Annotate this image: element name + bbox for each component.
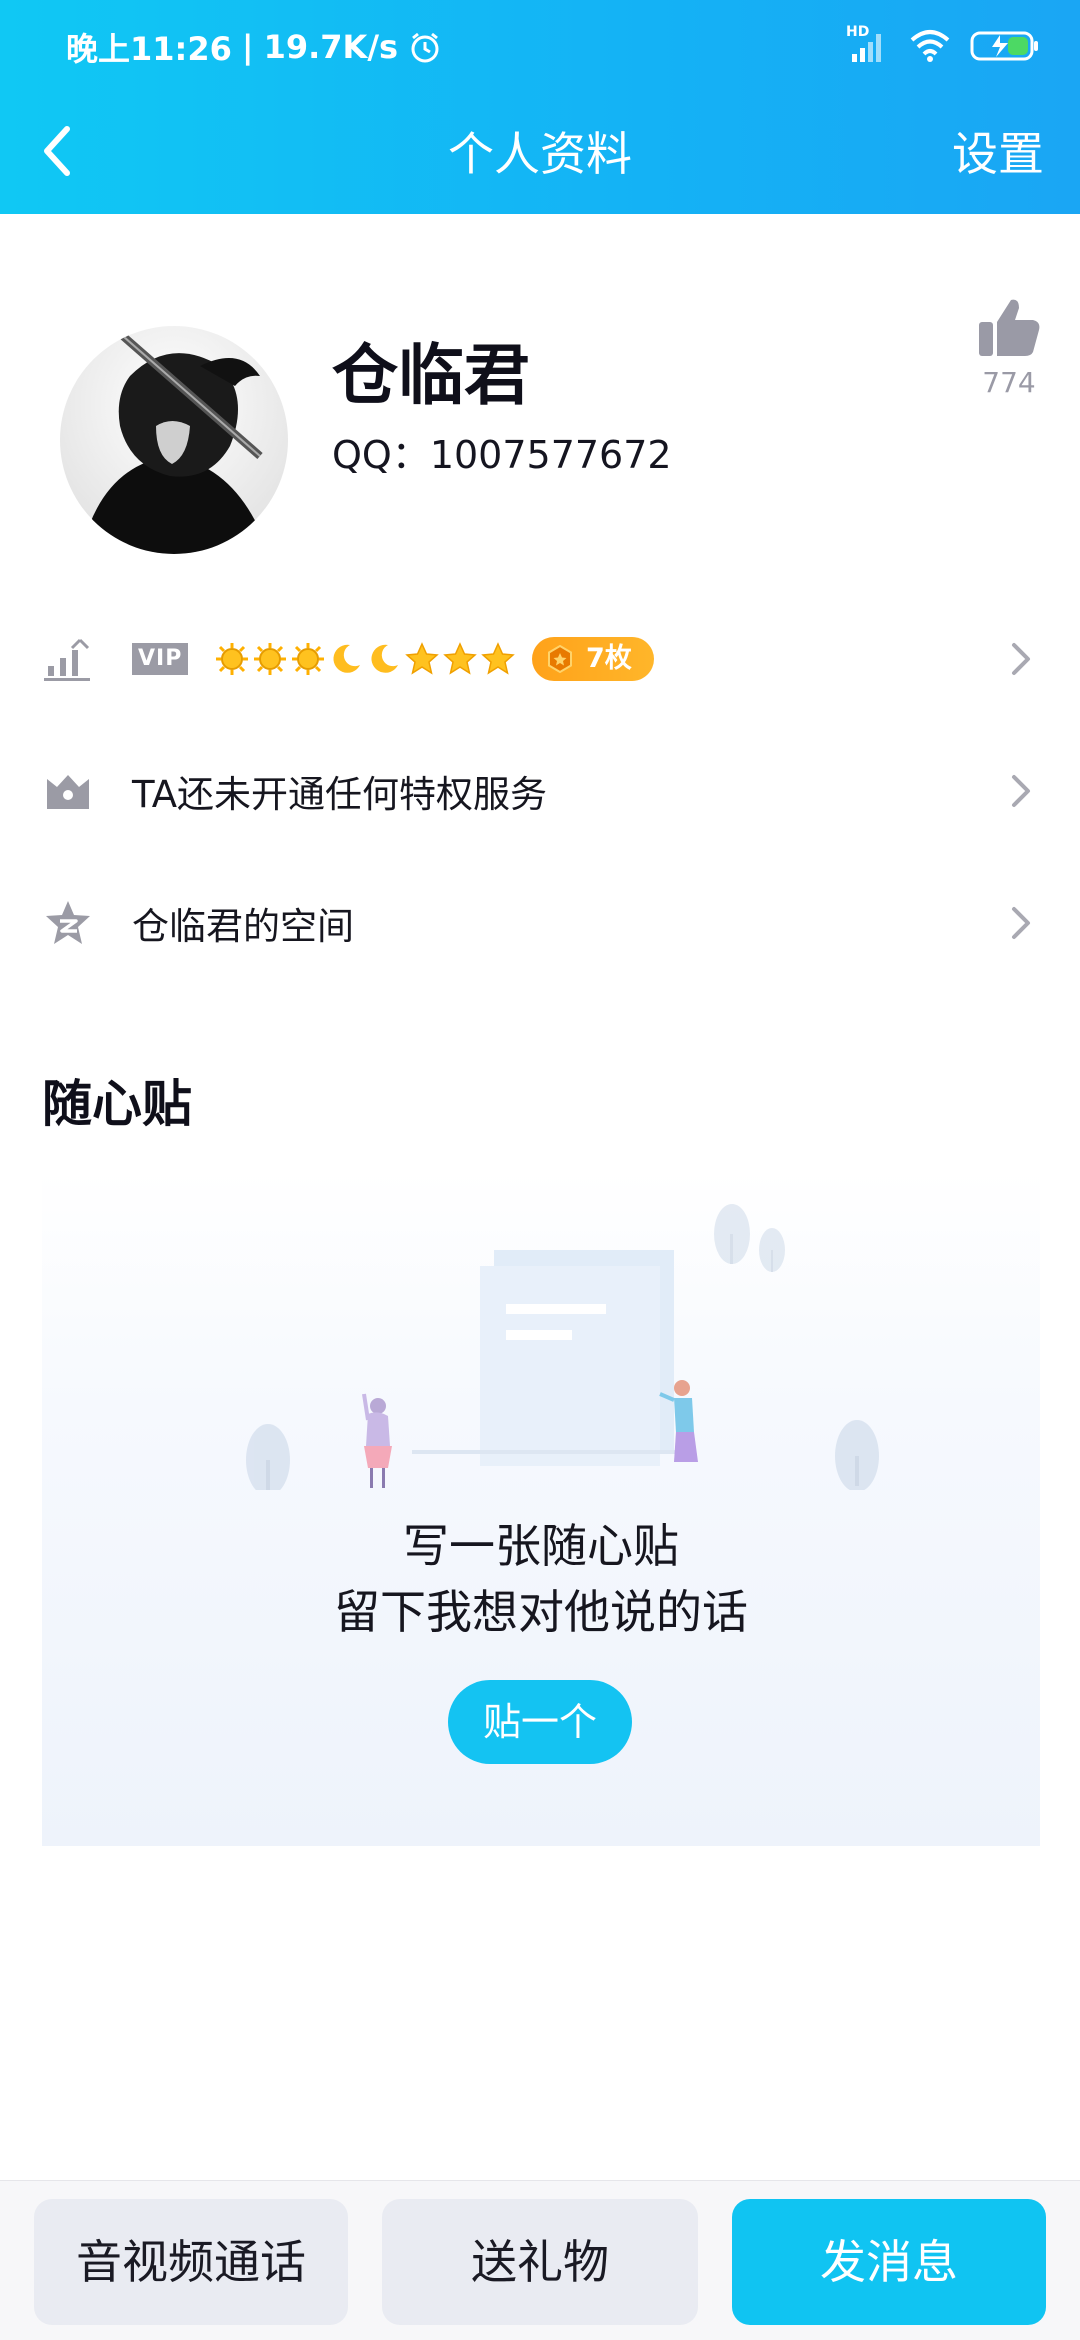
signal-icon: HD (846, 24, 890, 64)
status-right: HD (846, 24, 1040, 64)
privilege-row[interactable]: TA还未开通任何特权服务 (0, 736, 1080, 846)
video-call-button[interactable]: 音视频通话 (34, 2199, 348, 2325)
star-level-icon (481, 642, 515, 675)
post-note-button[interactable]: 贴一个 (448, 1680, 632, 1764)
star-level-icon (405, 642, 439, 675)
medal-badge[interactable]: 7枚 (532, 637, 654, 681)
status-time: 晚上11:26 (66, 30, 232, 68)
bottom-action-bar: 音视频通话 送礼物 发消息 (0, 2180, 1080, 2340)
alarm-icon (411, 32, 439, 63)
level-chart-icon (40, 631, 96, 687)
header: 晚上11:26 | 19.7K/s HD 个人资料 设置 (0, 0, 1080, 214)
note-card: 写一张随心贴 留下我想对他说的话 贴一个 (42, 1170, 1040, 1846)
sun-level-icon (292, 643, 324, 675)
medal-icon (548, 645, 572, 673)
page-title: 个人资料 (448, 127, 632, 181)
qzone-label: 仓临君的空间 (132, 905, 354, 948)
battery-icon (970, 31, 1038, 61)
empty-note-illustration (246, 1204, 879, 1490)
qq-number: QQ：1007577672 (332, 433, 672, 477)
crown-icon (40, 763, 96, 819)
sun-level-icon (216, 643, 248, 675)
privilege-label: TA还未开通任何特权服务 (132, 773, 548, 816)
send-message-button[interactable]: 发消息 (732, 2199, 1046, 2325)
moon-level-icon (371, 644, 398, 673)
send-gift-button[interactable]: 送礼物 (382, 2199, 698, 2325)
vip-badge: VIP (132, 643, 189, 675)
settings-button[interactable]: 设置 (952, 118, 1044, 184)
avatar[interactable] (60, 306, 288, 554)
nav-bar: 个人资料 设置 (0, 96, 1080, 214)
chevron-right-icon (1012, 775, 1030, 807)
note-prompt-line1: 写一张随心贴 (403, 1519, 679, 1573)
sun-level-icon (254, 643, 286, 675)
section-title: 随心贴 (42, 1075, 192, 1133)
chevron-right-icon (1012, 907, 1030, 939)
level-icons (214, 641, 516, 677)
status-left: 晚上11:26 | 19.7K/s (66, 24, 442, 70)
note-prompt-line2: 留下我想对他说的话 (334, 1585, 748, 1639)
wifi-icon (910, 30, 950, 62)
medal-count: 7枚 (586, 643, 632, 674)
status-separator: | (241, 28, 254, 66)
like-count: 774 (982, 366, 1036, 399)
qzone-star-icon (40, 895, 96, 951)
star-level-icon (443, 642, 477, 675)
level-row[interactable]: VIP 7枚 (0, 604, 1080, 714)
thumbs-up-icon (979, 299, 1040, 356)
qzone-row[interactable]: 仓临君的空间 (0, 868, 1080, 978)
moon-level-icon (333, 644, 360, 673)
profile-name: 仓临君 (332, 337, 530, 414)
status-net-speed: 19.7K/s (263, 28, 399, 66)
like-button[interactable]: 774 (974, 296, 1044, 399)
chevron-right-icon (1012, 643, 1030, 675)
status-bar: 晚上11:26 | 19.7K/s HD (0, 0, 1080, 96)
